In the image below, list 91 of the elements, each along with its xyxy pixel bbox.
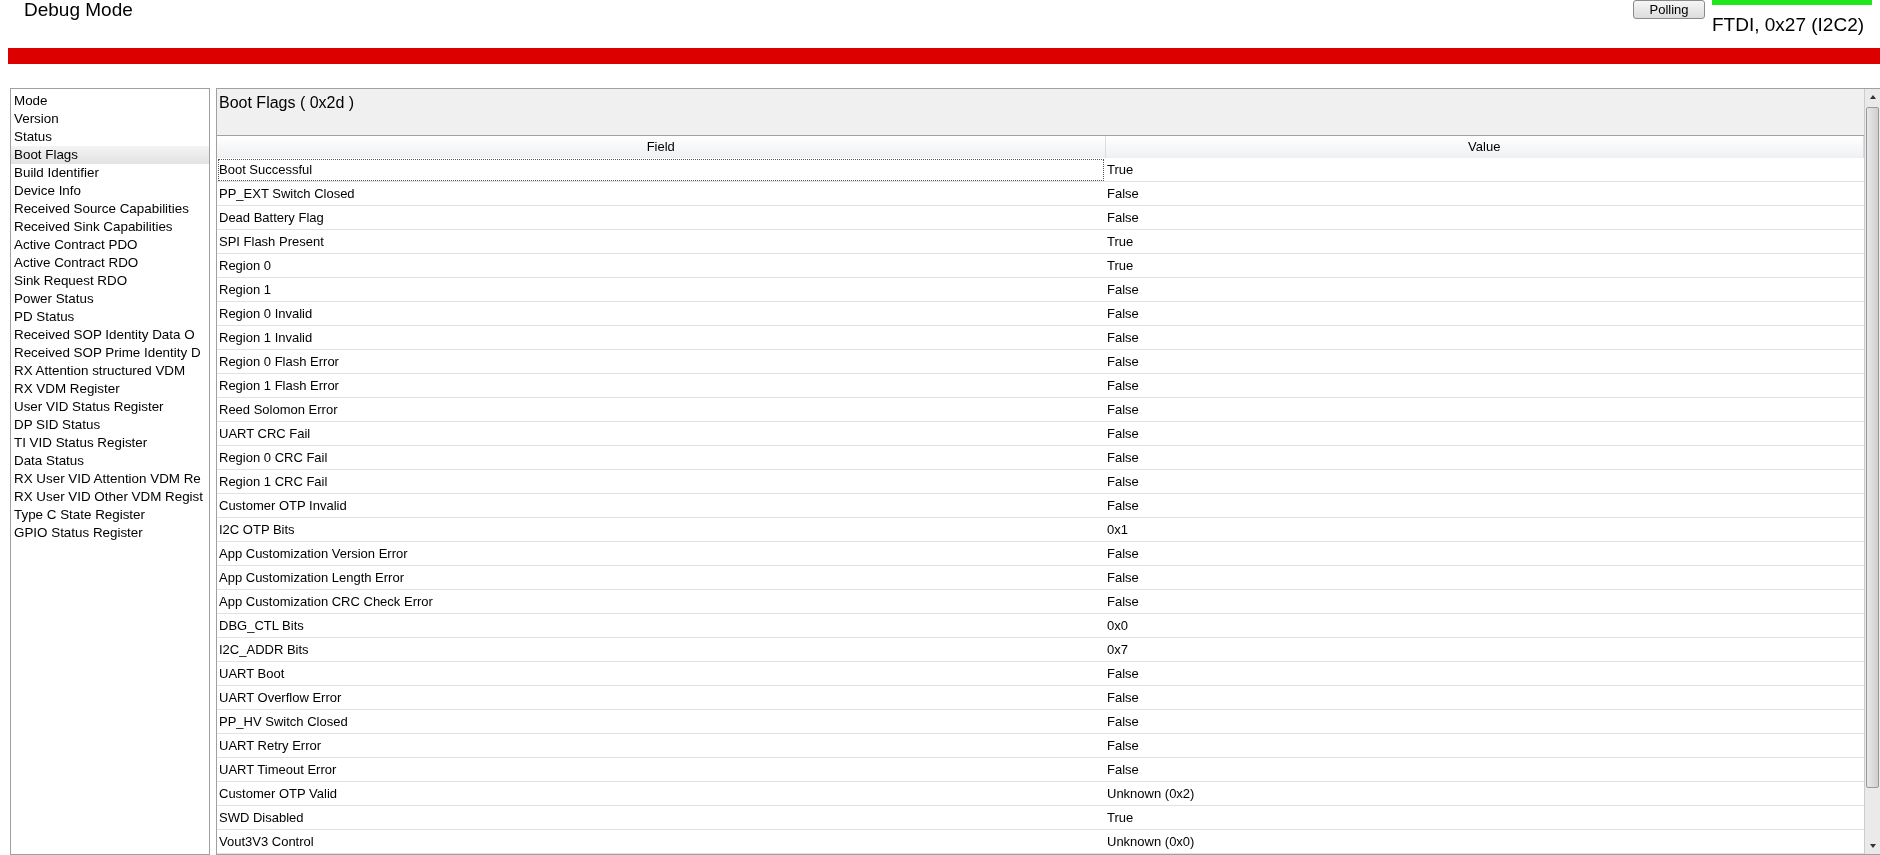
sidebar-item[interactable]: Data Status xyxy=(11,452,209,470)
sidebar-item[interactable]: PD Status xyxy=(11,308,209,326)
field-cell: SWD Disabled xyxy=(217,805,1105,830)
sidebar-item[interactable]: Active Contract PDO xyxy=(11,236,209,254)
field-cell: Region 0 Flash Error xyxy=(217,349,1105,374)
value-cell: 0x1 xyxy=(1105,517,1864,542)
field-cell: Vout3V3 Control xyxy=(217,829,1105,854)
value-cell: False xyxy=(1105,685,1864,710)
polling-button[interactable]: Polling xyxy=(1633,0,1705,19)
field-cell: Region 1 CRC Fail xyxy=(217,469,1105,494)
field-cell: UART Boot xyxy=(217,661,1105,686)
value-cell: False xyxy=(1105,469,1864,494)
field-cell: Region 1 Invalid xyxy=(217,325,1105,350)
field-cell: App Customization Length Error xyxy=(217,565,1105,590)
column-header[interactable]: Value xyxy=(1105,135,1864,158)
sidebar-item[interactable]: Received SOP Identity Data O xyxy=(11,326,209,344)
field-cell: SPI Flash Present xyxy=(217,229,1105,254)
sidebar-item[interactable]: Received Source Capabilities xyxy=(11,200,209,218)
sidebar-item[interactable]: Type C State Register xyxy=(11,506,209,524)
scroll-thumb[interactable] xyxy=(1866,107,1879,788)
field-cell: PP_HV Switch Closed xyxy=(217,709,1105,734)
sidebar-item[interactable]: RX User VID Other VDM Regist xyxy=(11,488,209,506)
field-cell: App Customization Version Error xyxy=(217,541,1105,566)
value-cell: False xyxy=(1105,757,1864,782)
sidebar-item[interactable]: Mode xyxy=(11,92,209,110)
field-cell: Region 1 xyxy=(217,277,1105,302)
value-cell: Unknown (0x0) xyxy=(1105,829,1864,854)
field-cell: UART Timeout Error xyxy=(217,757,1105,782)
sidebar-item[interactable]: User VID Status Register xyxy=(11,398,209,416)
value-cell: False xyxy=(1105,445,1864,470)
value-cell: False xyxy=(1105,397,1864,422)
sidebar-item[interactable]: GPIO Status Register xyxy=(11,524,209,542)
value-cell: False xyxy=(1105,205,1864,230)
sidebar-item[interactable]: Received Sink Capabilities xyxy=(11,218,209,236)
value-cell: Unknown (0x2) xyxy=(1105,781,1864,806)
value-cell: False xyxy=(1105,373,1864,398)
field-cell: Customer OTP Invalid xyxy=(217,493,1105,518)
field-cell: PP_EXT Switch Closed xyxy=(217,181,1105,206)
sidebar-item[interactable]: RX Attention structured VDM xyxy=(11,362,209,380)
sidebar-item[interactable]: Status xyxy=(11,128,209,146)
sidebar-item[interactable]: Sink Request RDO xyxy=(11,272,209,290)
field-cell: Region 0 Invalid xyxy=(217,301,1105,326)
field-cell: App Customization CRC Check Error xyxy=(217,589,1105,614)
sidebar-item[interactable]: Version xyxy=(11,110,209,128)
field-cell: UART CRC Fail xyxy=(217,421,1105,446)
value-cell: False xyxy=(1105,733,1864,758)
value-cell: False xyxy=(1105,493,1864,518)
sidebar-item[interactable]: TI VID Status Register xyxy=(11,434,209,452)
scrollbar[interactable] xyxy=(1864,89,1880,854)
field-cell: Dead Battery Flag xyxy=(217,205,1105,230)
sidebar-item[interactable]: Active Contract RDO xyxy=(11,254,209,272)
value-cell: False xyxy=(1105,277,1864,302)
value-cell: False xyxy=(1105,181,1864,206)
field-cell: UART Overflow Error xyxy=(217,685,1105,710)
value-cell: False xyxy=(1105,589,1864,614)
field-cell: Region 0 xyxy=(217,253,1105,278)
value-cell: True xyxy=(1105,253,1864,278)
field-cell: Reed Solomon Error xyxy=(217,397,1105,422)
value-cell: True xyxy=(1105,229,1864,254)
value-cell: True xyxy=(1105,157,1864,182)
field-cell: I2C OTP Bits xyxy=(217,517,1105,542)
field-cell: Boot Successful xyxy=(217,157,1105,182)
sidebar-item[interactable]: Received SOP Prime Identity D xyxy=(11,344,209,362)
field-cell: I2C_ADDR Bits xyxy=(217,637,1105,662)
column-header[interactable]: Field xyxy=(217,135,1105,158)
panel-title: Boot Flags ( 0x2d ) xyxy=(219,94,355,111)
value-cell: True xyxy=(1105,805,1864,830)
connection-label: FTDI, 0x27 (I2C2) xyxy=(1712,13,1865,37)
value-cell: 0x7 xyxy=(1105,637,1864,662)
value-cell: False xyxy=(1105,349,1864,374)
sidebar-item[interactable]: Device Info xyxy=(11,182,209,200)
sidebar-item[interactable]: Build Identifier xyxy=(11,164,209,182)
value-cell: False xyxy=(1105,565,1864,590)
window-title: Debug Mode xyxy=(24,0,133,19)
value-cell: False xyxy=(1105,541,1864,566)
value-cell: 0x0 xyxy=(1105,613,1864,638)
sidebar-item[interactable]: RX User VID Attention VDM Re xyxy=(11,470,209,488)
value-cell: False xyxy=(1105,709,1864,734)
sidebar-item[interactable]: Power Status xyxy=(11,290,209,308)
field-cell: Customer OTP Valid xyxy=(217,781,1105,806)
field-cell: UART Retry Error xyxy=(217,733,1105,758)
sidebar-item[interactable]: DP SID Status xyxy=(11,416,209,434)
field-cell: Region 1 Flash Error xyxy=(217,373,1105,398)
value-cell: False xyxy=(1105,301,1864,326)
field-cell: DBG_CTL Bits xyxy=(217,613,1105,638)
sidebar-item[interactable]: Boot Flags xyxy=(11,146,209,164)
value-cell: False xyxy=(1105,661,1864,686)
sidebar-item[interactable]: RX VDM Register xyxy=(11,380,209,398)
value-cell: False xyxy=(1105,325,1864,350)
value-cell: False xyxy=(1105,421,1864,446)
field-cell: Region 0 CRC Fail xyxy=(217,445,1105,470)
